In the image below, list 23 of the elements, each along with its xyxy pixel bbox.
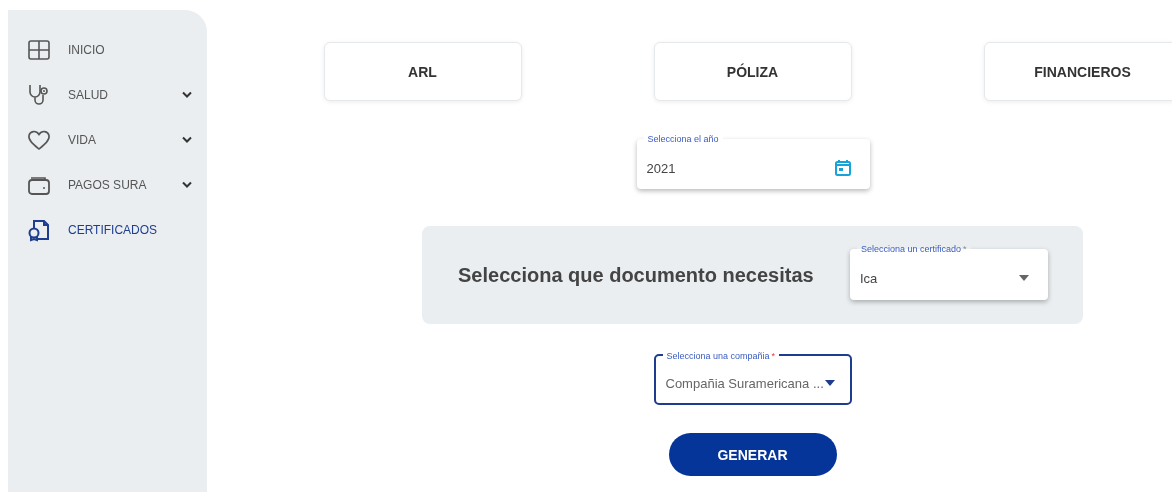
chevron-icon (181, 181, 193, 189)
field-label: Selecciona el año (643, 134, 723, 145)
grid-icon (26, 38, 52, 62)
sidebar-item[interactable]: PAGOS SURA (26, 172, 193, 198)
sidebar-item[interactable]: CERTIFICADOS (26, 217, 193, 243)
dropdown-arrow-icon (1018, 274, 1030, 282)
sidebar-item[interactable]: INICIO (26, 37, 193, 63)
chevron-icon (181, 91, 193, 99)
field-label: Selecciona una compañia (666, 351, 770, 362)
sidebar-item[interactable]: VIDA (26, 127, 193, 153)
select-field[interactable]: Selecciona una compañia * Compañia Suramericana ... (653, 354, 852, 405)
required-mark: * (771, 351, 776, 362)
panel-title: Selecciona que documento necesitas (458, 263, 814, 287)
category-card[interactable]: FINANCIEROS (983, 42, 1172, 101)
chevron-icon (181, 136, 193, 144)
dropdown-arrow-icon (823, 380, 836, 387)
calendar-icon (833, 159, 852, 177)
category-card[interactable]: ARL (323, 42, 522, 101)
category-card[interactable]: PÓLIZA (653, 42, 852, 101)
generate-button[interactable]: GENERAR (668, 433, 837, 476)
heart-icon (26, 128, 52, 152)
certificate-icon (26, 218, 52, 242)
sidebar-item[interactable]: SALUD (26, 82, 193, 108)
